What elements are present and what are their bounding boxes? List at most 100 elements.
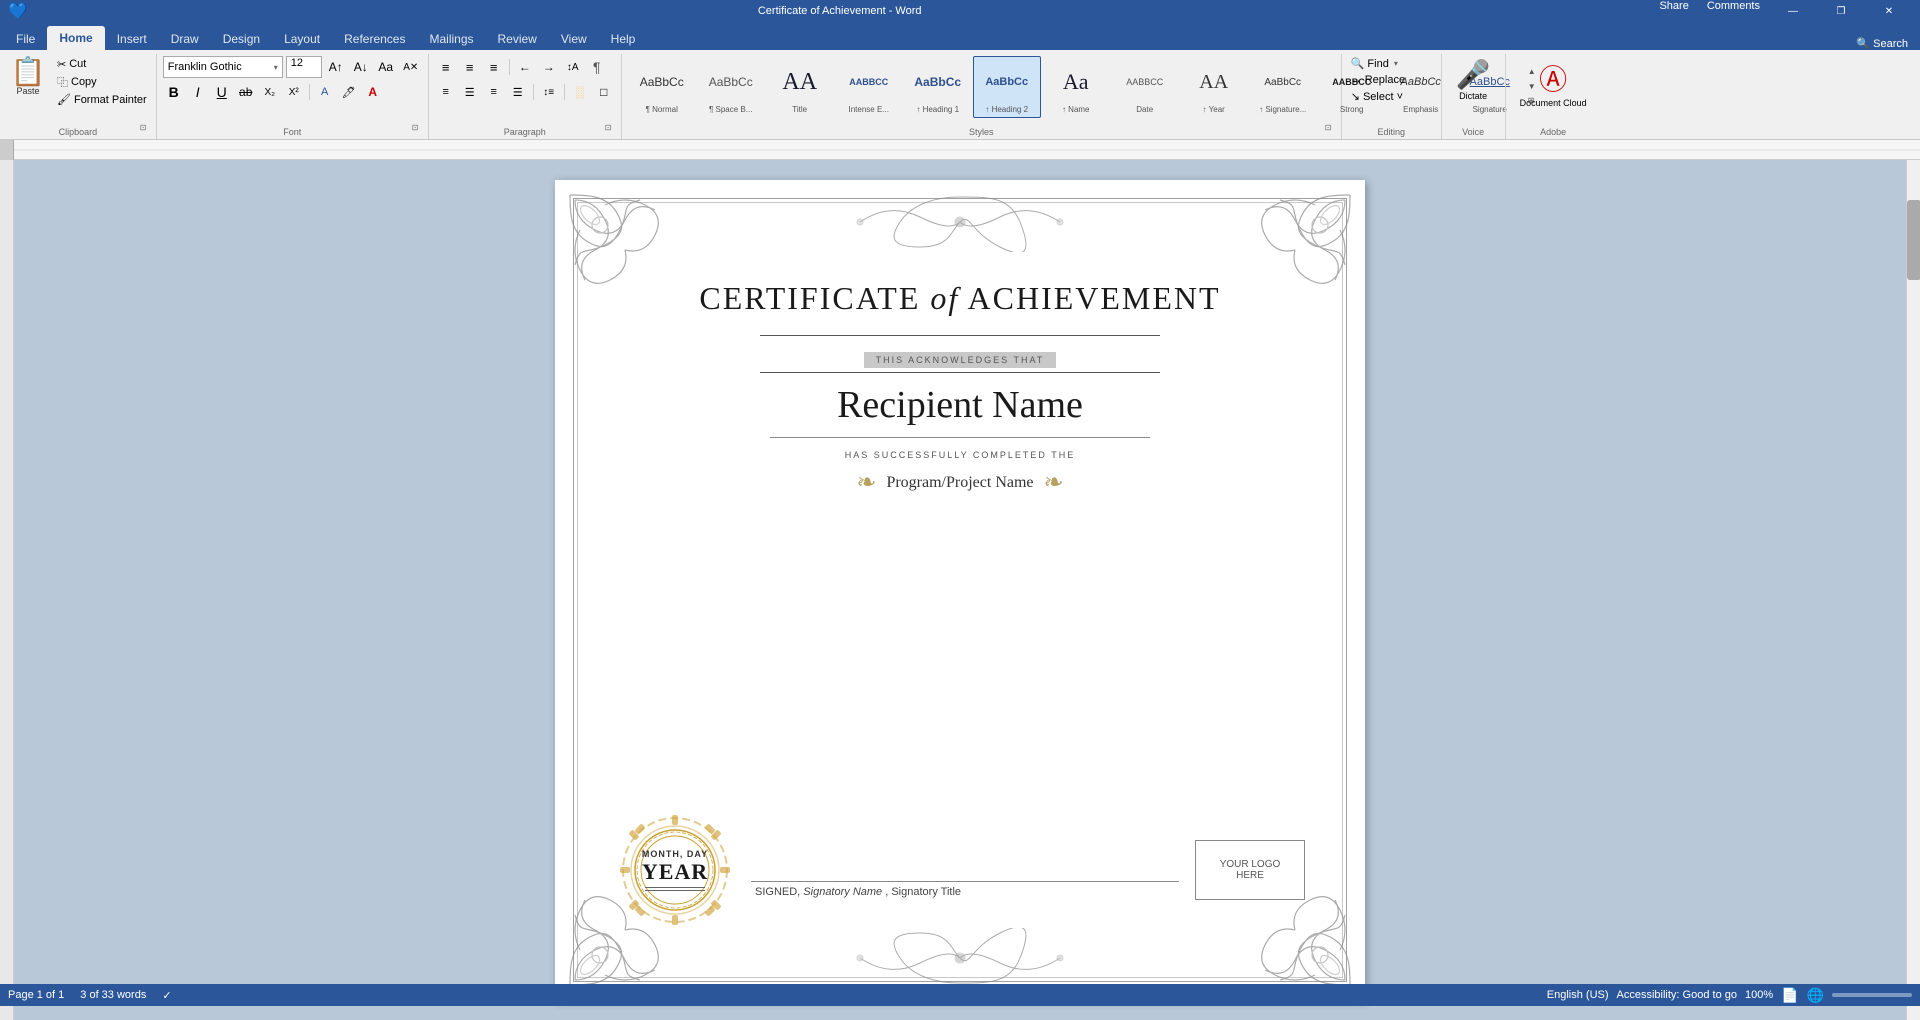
clear-formatting-button[interactable]: A✕ — [400, 56, 422, 78]
word-count: 3 of 33 words — [80, 989, 146, 1001]
cert-recipient[interactable]: Recipient Name — [837, 383, 1083, 427]
cut-icon: ✂ — [57, 58, 66, 71]
zoom-level[interactable]: 100% — [1745, 989, 1773, 1001]
paste-button[interactable]: 📋 Paste — [6, 56, 50, 98]
cert-program[interactable]: Program/Project Name — [886, 474, 1033, 492]
underline-button[interactable]: U — [211, 81, 233, 103]
tab-help[interactable]: Help — [599, 28, 648, 50]
dictate-button[interactable]: 🎤 Dictate — [1448, 56, 1499, 103]
tab-insert[interactable]: Insert — [105, 28, 159, 50]
tab-draw[interactable]: Draw — [159, 28, 211, 50]
window-title: Certificate of Achievement - Word — [28, 5, 1652, 17]
style-item-heading2[interactable]: AaBbCc ↑ Heading 2 — [973, 56, 1041, 118]
style-item-year[interactable]: AA ↑ Year — [1180, 56, 1248, 118]
format-painter-icon: 🖌 — [57, 93, 71, 106]
tab-references[interactable]: References — [332, 28, 417, 50]
cert-completed[interactable]: HAS SUCCESSFULLY COMPLETED THE — [845, 450, 1076, 460]
accessibility[interactable]: Accessibility: Good to go — [1617, 989, 1737, 1001]
style-item-signature-t[interactable]: AaBbCc ↑ Signature... — [1249, 56, 1317, 118]
style-item-date[interactable]: AABBCC Date — [1111, 56, 1179, 118]
tab-home[interactable]: Home — [47, 26, 104, 50]
restore-button[interactable]: ❐ — [1818, 0, 1864, 22]
seal-text: MONTH, DAY YEAR — [615, 810, 735, 930]
tab-view[interactable]: View — [549, 28, 599, 50]
share-button[interactable]: Share — [1651, 0, 1696, 22]
style-name-title: Title — [792, 105, 807, 115]
show-marks-button[interactable]: ¶ — [586, 56, 608, 78]
align-right-button[interactable]: ≡ — [483, 81, 505, 103]
tab-mailings[interactable]: Mailings — [417, 28, 485, 50]
close-button[interactable]: ✕ — [1866, 0, 1912, 22]
scrollbar-thumb[interactable] — [1907, 200, 1920, 280]
font-label: Font — [157, 127, 428, 137]
ribbon-search[interactable]: 🔍 Search — [1856, 37, 1908, 50]
style-preview-space-before: AaBbCc — [700, 59, 762, 105]
editing-select-button[interactable]: ↘ Select ˅ — [1348, 89, 1406, 104]
layout-print-icon[interactable]: 📄 — [1781, 987, 1798, 1004]
text-effects-button[interactable]: A — [314, 81, 336, 103]
line-spacing-button[interactable]: ↕≡ — [538, 81, 560, 103]
style-item-heading1[interactable]: AaBbCc ↑ Heading 1 — [904, 56, 972, 118]
language[interactable]: English (US) — [1547, 989, 1609, 1001]
style-item-name[interactable]: Aa ↑ Name — [1042, 56, 1110, 118]
increase-indent-button[interactable]: → — [538, 56, 560, 78]
spell-check-icon[interactable]: ✓ — [162, 989, 171, 1002]
tab-review[interactable]: Review — [486, 28, 549, 50]
ribbon: 📋 Paste ✂ Cut ⿻ Copy 🖌 Format Painter Cl… — [0, 50, 1920, 140]
style-item-intense-e[interactable]: AABBCC Intense E... — [835, 56, 903, 118]
styles-expand[interactable]: ⊡ — [1325, 123, 1339, 137]
font-name-dropdown-icon: ▾ — [274, 63, 278, 72]
paragraph-expand[interactable]: ⊡ — [605, 123, 619, 137]
minimize-button[interactable]: — — [1770, 0, 1816, 22]
select-icon: ↘ — [1351, 90, 1360, 103]
superscript-button[interactable]: X² — [283, 81, 305, 103]
tab-file[interactable]: File — [4, 28, 47, 50]
styles-group: AaBbCc ¶ Normal AaBbCc ¶ Space B... AA T… — [622, 54, 1342, 139]
format-painter-button[interactable]: 🖌 Format Painter — [54, 92, 150, 107]
strikethrough-button[interactable]: ab — [235, 81, 257, 103]
decrease-indent-button[interactable]: ← — [514, 56, 536, 78]
style-item-space-before[interactable]: AaBbCc ¶ Space B... — [697, 56, 765, 118]
document-cloud-button[interactable]: Ⓐ Document Cloud — [1512, 56, 1595, 110]
style-item-normal[interactable]: AaBbCc ¶ Normal — [628, 56, 696, 118]
font-size-combo[interactable]: 12 — [286, 56, 322, 78]
comments-button[interactable]: Comments — [1699, 0, 1768, 22]
align-center-button[interactable]: ☰ — [459, 81, 481, 103]
cert-logo-box[interactable]: YOUR LOGO HERE — [1195, 840, 1305, 900]
editing-group: 🔍 Find ▾ ↔ Replace ↘ Select ˅ Editing — [1342, 54, 1442, 139]
ruler-svg — [14, 140, 1920, 160]
clipboard-expand[interactable]: ⊡ — [140, 123, 154, 137]
find-button[interactable]: 🔍 Find ▾ — [1348, 56, 1401, 71]
text-highlight-button[interactable]: 🖊 — [338, 81, 360, 103]
multilevel-button[interactable]: ≡ — [483, 56, 505, 78]
subscript-button[interactable]: X₂ — [259, 81, 281, 103]
align-left-button[interactable]: ≡ — [435, 81, 457, 103]
bold-button[interactable]: B — [163, 81, 185, 103]
replace-button[interactable]: ↔ Replace — [1348, 73, 1408, 87]
tab-layout[interactable]: Layout — [272, 28, 332, 50]
adobe-icon: Ⓐ — [1539, 58, 1567, 98]
italic-button[interactable]: I — [187, 81, 209, 103]
cert-title[interactable]: CERTIFICATE of ACHIEVEMENT — [699, 280, 1220, 317]
shading-button[interactable]: ░ — [569, 81, 591, 103]
font-expand[interactable]: ⊡ — [412, 123, 426, 137]
change-case-button[interactable]: Aa — [375, 56, 397, 78]
font-color-button[interactable]: A — [362, 81, 384, 103]
zoom-slider[interactable] — [1832, 993, 1912, 997]
decrease-font-button[interactable]: A↓ — [350, 56, 372, 78]
justify-button[interactable]: ☰ — [507, 81, 529, 103]
borders-button[interactable]: □ — [593, 81, 615, 103]
status-bar: Page 1 of 1 3 of 33 words ✓ English (US)… — [0, 984, 1920, 1006]
cert-acknowledges[interactable]: THIS ACKNOWLEDGES THAT — [864, 352, 1057, 368]
layout-web-icon[interactable]: 🌐 — [1807, 987, 1824, 1004]
cut-button[interactable]: ✂ Cut — [54, 57, 150, 72]
sort-button[interactable]: ↕A — [562, 56, 584, 78]
copy-button[interactable]: ⿻ Copy — [54, 73, 150, 91]
font-name-combo[interactable]: Franklin Gothic ▾ — [163, 56, 283, 78]
style-item-title[interactable]: AA Title — [766, 56, 834, 118]
numbering-button[interactable]: ≡ — [459, 56, 481, 78]
tab-design[interactable]: Design — [211, 28, 272, 50]
bullets-button[interactable]: ≡ — [435, 56, 457, 78]
vertical-scrollbar[interactable] — [1906, 160, 1920, 1020]
increase-font-button[interactable]: A↑ — [325, 56, 347, 78]
